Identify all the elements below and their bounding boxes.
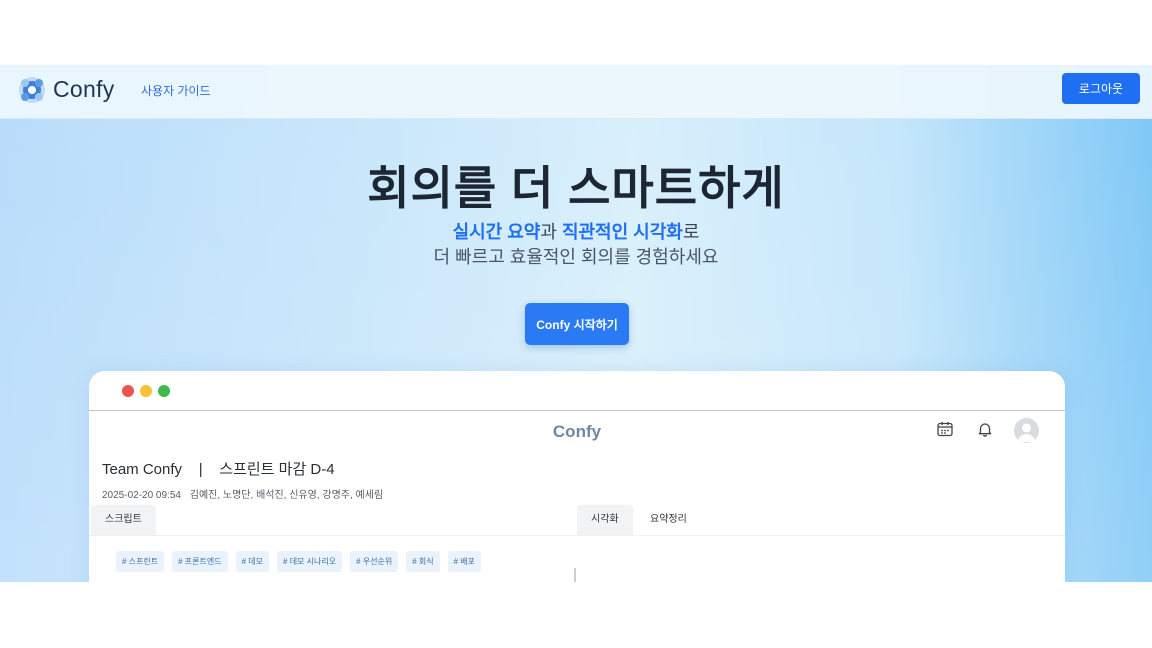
hero-subtitle-line-2: 더 빠르고 효율적인 회의를 경험하세요 bbox=[433, 247, 719, 267]
window-maximize-dot bbox=[158, 385, 170, 397]
window-minimize-dot bbox=[140, 385, 152, 397]
start-confy-button[interactable]: Confy 시작하기 bbox=[525, 303, 629, 345]
subtitle-connector: 로 bbox=[682, 222, 700, 242]
window-title-bar bbox=[89, 371, 1065, 411]
highlight-intuitive-visualization: 직관적인 시각화 bbox=[561, 222, 683, 242]
keyword-tag[interactable]: # 우선순위 bbox=[350, 551, 399, 572]
keyword-tags: # 스프린트 # 프론트엔드 # 데모 # 데모 시나리오 # 우선순위 # 회… bbox=[116, 551, 482, 572]
keyword-tag[interactable]: # 배포 bbox=[447, 551, 482, 572]
app-preview-window: Confy Team Confy | 스프린트 마감 D-4 2025-02-2… bbox=[89, 371, 1065, 582]
window-close-dot bbox=[122, 385, 134, 397]
hero-title: 회의를 더 스마트하게 bbox=[367, 162, 785, 214]
subtitle-connector: 과 bbox=[540, 222, 562, 242]
meeting-datetime: 2025-02-20 09:54 bbox=[102, 490, 181, 501]
logo-icon[interactable] bbox=[17, 75, 47, 105]
meeting-title: Team Confy | 스프린트 마감 D-4 bbox=[102, 461, 335, 478]
keyword-tag[interactable]: # 회식 bbox=[406, 551, 440, 572]
panel-resize-handle[interactable] bbox=[574, 568, 576, 582]
avatar-icon[interactable] bbox=[1014, 418, 1039, 443]
meeting-participants: 김예진, 노명단, 배석진, 신유영, 강명주, 예세림 bbox=[189, 490, 384, 501]
landing-page: Confy 사용자 가이드 로그아웃 회의를 더 스마트하게 실시간 요약과 직… bbox=[0, 65, 1152, 582]
calendar-icon[interactable] bbox=[936, 420, 954, 438]
highlight-realtime-summary: 실시간 요약 bbox=[452, 222, 541, 242]
bell-icon[interactable] bbox=[976, 420, 994, 438]
logout-button[interactable]: 로그아웃 bbox=[1062, 73, 1140, 104]
top-navigation: Confy 사용자 가이드 로그아웃 bbox=[0, 65, 1152, 119]
keyword-tag[interactable]: # 프론트엔드 bbox=[172, 551, 228, 572]
brand-name[interactable]: Confy bbox=[53, 76, 115, 103]
tab-divider bbox=[89, 535, 1065, 536]
tab-summary[interactable]: 요약정리 bbox=[636, 505, 701, 535]
keyword-tag[interactable]: # 스프린트 bbox=[116, 551, 165, 572]
app-brand: Confy bbox=[552, 422, 602, 441]
tab-script[interactable]: 스크립트 bbox=[91, 505, 156, 535]
hero-subtitle-line-1: 실시간 요약과 직관적인 시각화로 bbox=[0, 218, 1152, 244]
tab-visualization[interactable]: 시각화 bbox=[577, 505, 633, 535]
user-guide-link[interactable]: 사용자 가이드 bbox=[141, 82, 211, 99]
keyword-tag[interactable]: # 데모 bbox=[235, 551, 270, 572]
keyword-tag[interactable]: # 데모 시나리오 bbox=[277, 551, 343, 572]
meeting-meta: 2025-02-20 09:54 김예진, 노명단, 배석진, 신유영, 강명주… bbox=[102, 486, 383, 501]
